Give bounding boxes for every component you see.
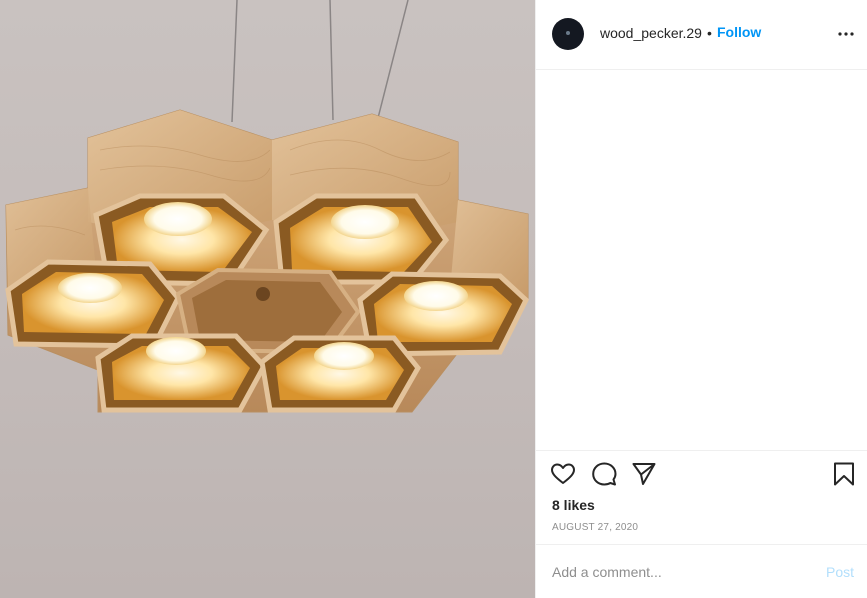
separator-dot: •	[707, 25, 712, 41]
post-comment-button[interactable]: Post	[826, 564, 854, 580]
avatar[interactable]	[552, 18, 584, 50]
follow-button[interactable]: Follow	[717, 24, 761, 40]
post-actions: 8 likes AUGUST 27, 2020	[536, 450, 867, 544]
likes-count[interactable]: 8 likes	[552, 497, 595, 513]
post-date[interactable]: AUGUST 27, 2020	[552, 522, 638, 533]
heart-icon[interactable]	[550, 461, 576, 487]
lamp-illustration	[5, 0, 530, 413]
username-link[interactable]: wood_pecker.29	[600, 25, 702, 41]
comment-input[interactable]	[552, 562, 812, 582]
paper-plane-icon[interactable]	[631, 461, 657, 487]
comment-form: Post	[536, 544, 867, 598]
post-header: wood_pecker.29 • Follow	[536, 0, 867, 70]
more-options-icon[interactable]	[836, 24, 856, 44]
post-image[interactable]	[0, 0, 535, 598]
comment-bubble-icon[interactable]	[591, 461, 617, 487]
post-sidebar: wood_pecker.29 • Follow 8 likes AUGUST 2…	[535, 0, 867, 598]
bookmark-icon[interactable]	[831, 461, 857, 487]
